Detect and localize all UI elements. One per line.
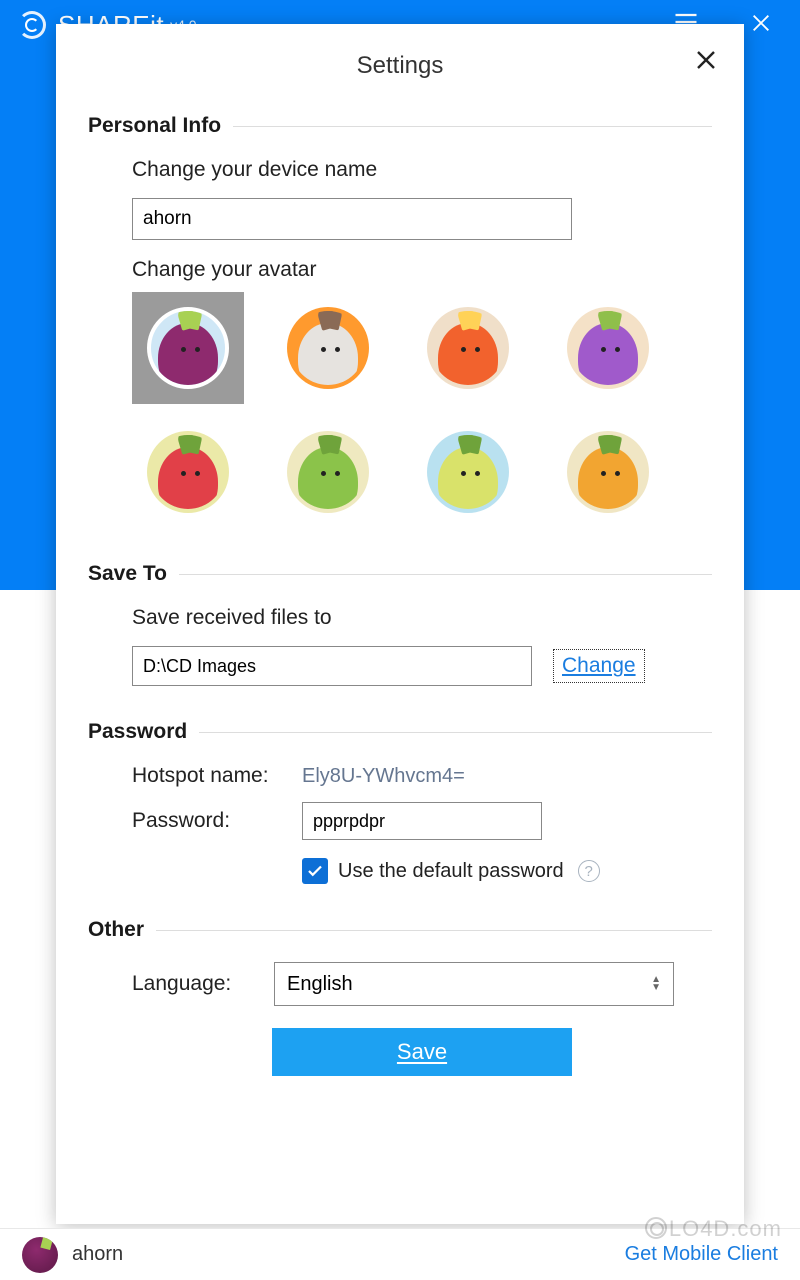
spinner-icon: ▲▼ [651, 976, 661, 992]
hotspot-value: Ely8U-YWhvcm4= [302, 765, 712, 788]
avatar-pear[interactable] [412, 416, 524, 528]
password-label: Password: [132, 809, 302, 833]
footer-username: ahorn [72, 1243, 123, 1266]
section-personal-info: Personal Info Change your device name Ch… [88, 114, 712, 528]
avatar-pepper[interactable] [132, 416, 244, 528]
avatar-pineapple[interactable] [552, 416, 664, 528]
avatar-grid [132, 292, 712, 528]
hotspot-label: Hotspot name: [132, 764, 302, 788]
password-input[interactable] [302, 802, 542, 840]
footer-bar: ahorn Get Mobile Client [0, 1228, 800, 1280]
device-name-input[interactable] [132, 198, 572, 240]
section-save-to: Save To Save received files to Change [88, 562, 712, 686]
language-value: English [287, 973, 353, 996]
app-logo-icon [18, 11, 46, 39]
language-select[interactable]: English ▲▼ [274, 962, 674, 1006]
get-mobile-client-link[interactable]: Get Mobile Client [625, 1243, 778, 1266]
section-title-other: Other [88, 918, 144, 942]
modal-close-icon[interactable] [694, 48, 718, 77]
section-other: Other Language: English ▲▼ Save [88, 918, 712, 1076]
settings-modal: Settings Personal Info Change your devic… [56, 24, 744, 1224]
footer-avatar-icon[interactable] [22, 1237, 58, 1273]
avatar-grapes[interactable] [552, 292, 664, 404]
change-path-link[interactable]: Change [556, 652, 642, 680]
save-to-label: Save received files to [132, 606, 712, 630]
help-icon[interactable]: ? [578, 860, 600, 882]
avatar-apple[interactable] [272, 416, 384, 528]
avatar-carrot[interactable] [412, 292, 524, 404]
default-password-checkbox[interactable] [302, 858, 328, 884]
device-name-label: Change your device name [132, 158, 712, 182]
section-title-saveto: Save To [88, 562, 167, 586]
save-path-input[interactable] [132, 646, 532, 686]
default-password-label: Use the default password [338, 860, 564, 883]
app-close-icon[interactable] [740, 10, 782, 41]
modal-title: Settings [88, 52, 712, 80]
avatar-eggplant[interactable] [132, 292, 244, 404]
save-button[interactable]: Save [272, 1028, 572, 1076]
language-label: Language: [132, 972, 258, 996]
section-password: Password Hotspot name: Ely8U-YWhvcm4= Pa… [88, 720, 712, 884]
avatar-label: Change your avatar [132, 258, 712, 282]
section-title-personal: Personal Info [88, 114, 221, 138]
section-title-password: Password [88, 720, 187, 744]
avatar-mushroom[interactable] [272, 292, 384, 404]
